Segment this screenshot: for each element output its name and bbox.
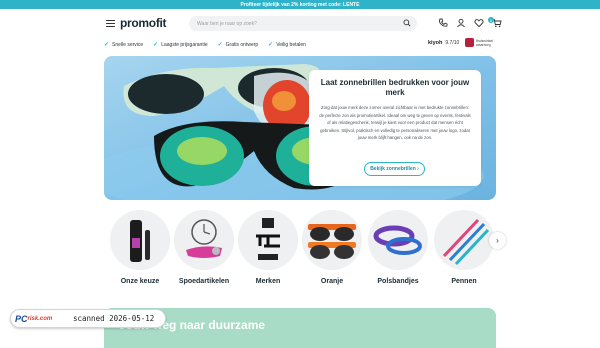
usp-bar: ✓ Snelle service ✓ Laagste prijsgarantie ✓… bbox=[104, 41, 306, 49]
phone-icon[interactable] bbox=[438, 18, 448, 28]
category-item-oranje[interactable]: Oranje bbox=[302, 210, 362, 285]
carousel-next-button[interactable]: › bbox=[489, 232, 506, 249]
category-label: Spoedartikelen bbox=[178, 278, 230, 285]
usp-item: ✓ Laagste prijsgarantie bbox=[153, 41, 208, 49]
category-image bbox=[238, 210, 298, 270]
usp-item: ✓ Snelle service bbox=[104, 41, 144, 49]
promo-text: Profiteer tijdelijk van 2% korting met c… bbox=[240, 1, 360, 8]
cart-count-badge: 0 bbox=[488, 17, 494, 23]
search-icon[interactable] bbox=[403, 19, 411, 27]
category-image bbox=[174, 210, 234, 270]
category-item-merken[interactable]: Merken bbox=[238, 210, 298, 285]
search-placeholder: Waar ben je naar op zoek? bbox=[197, 20, 257, 27]
category-image bbox=[302, 210, 362, 270]
category-item-polsbandjes[interactable]: Polsbandjes bbox=[368, 210, 428, 285]
kiyoh-rating[interactable]: kiyoh 9.7/10 bbox=[428, 40, 459, 46]
category-item-onze-keuze[interactable]: Onze keuze bbox=[110, 210, 170, 285]
scan-date-text: scanned 2026-05-12 bbox=[73, 314, 155, 323]
usp-item: ✓ Veilig betalen bbox=[268, 41, 306, 49]
logo[interactable]: promofit bbox=[120, 16, 167, 30]
search-input[interactable]: Waar ben je naar op zoek? bbox=[189, 16, 417, 31]
menu-icon[interactable] bbox=[106, 20, 115, 27]
rating-score: 9.7/10 bbox=[445, 40, 460, 46]
category-item-spoedartikelen[interactable]: Spoedartikelen bbox=[174, 210, 234, 285]
category-label: Onze keuze bbox=[120, 278, 160, 285]
check-icon: ✓ bbox=[268, 42, 274, 48]
check-icon: ✓ bbox=[153, 42, 159, 48]
wishlist-heart-icon[interactable] bbox=[474, 18, 484, 28]
pcrisk-logo: PC risk.com bbox=[15, 313, 53, 324]
category-label: Merken bbox=[255, 278, 281, 285]
category-image bbox=[434, 210, 494, 270]
category-label: Polsbandjes bbox=[377, 278, 419, 285]
category-item-pennen[interactable]: Pennen bbox=[434, 210, 494, 285]
kiyoh-logo: kiyoh bbox=[428, 40, 443, 46]
view-sunglasses-button[interactable]: Bekijk zonnebrillen › bbox=[364, 162, 425, 176]
chevron-right-icon: › bbox=[496, 236, 499, 245]
thuiswinkel-badge[interactable]: thuiswinkel waarborg bbox=[465, 38, 500, 47]
hero-text: Zorg dat jouw merk deze zomer overal zic… bbox=[319, 105, 471, 140]
category-carousel: Onze keuze Spoedartikelen Merken Oranje … bbox=[104, 210, 504, 290]
hero-title: Laat zonnebrillen bedrukken voor jouw me… bbox=[320, 78, 470, 97]
account-icon[interactable] bbox=[456, 18, 466, 28]
category-label: Oranje bbox=[320, 278, 344, 285]
thuiswinkel-logo bbox=[465, 38, 474, 47]
usp-item: ✓ Gratis ontwerp bbox=[217, 41, 259, 49]
check-icon: ✓ bbox=[104, 42, 110, 48]
promo-topbar: Profiteer tijdelijk van 2% korting met c… bbox=[0, 0, 600, 9]
category-image bbox=[110, 210, 170, 270]
category-label: Pennen bbox=[451, 278, 477, 285]
pcrisk-watermark: PC risk.com scanned 2026-05-12 bbox=[10, 309, 166, 328]
category-image bbox=[368, 210, 428, 270]
check-icon: ✓ bbox=[217, 42, 223, 48]
